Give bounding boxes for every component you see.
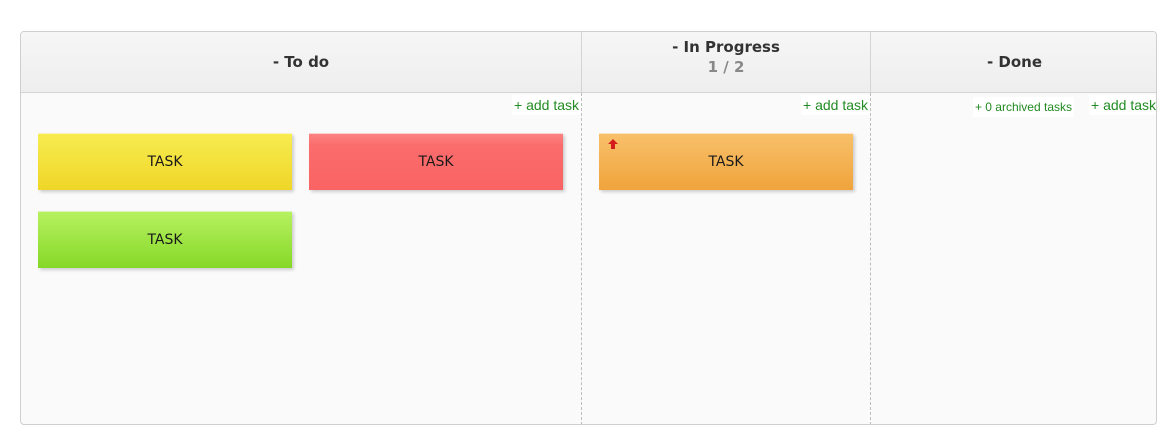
kanban-board: - To do - In Progress 1 / 2 - Done + add… (20, 31, 1157, 425)
task-card[interactable]: TASK (309, 133, 563, 190)
task-card[interactable]: TASK (38, 211, 292, 268)
task-card-label: TASK (147, 154, 183, 170)
add-task-link-todo[interactable]: + add task (512, 95, 581, 115)
add-task-link-in-progress[interactable]: + add task (801, 95, 870, 115)
add-task-link-done[interactable]: + add task (1089, 95, 1156, 115)
column-title-todo: - To do (272, 53, 330, 71)
task-card[interactable]: TASK (38, 133, 292, 190)
column-body-done: + 0 archived tasks + add task (870, 93, 1156, 424)
column-header-in-progress: - In Progress 1 / 2 (581, 32, 870, 92)
task-card[interactable]: TASK (599, 133, 853, 190)
column-title-done: - Done (986, 53, 1043, 71)
archived-tasks-link[interactable]: + 0 archived tasks (972, 97, 1074, 117)
task-card-label: TASK (418, 154, 454, 170)
column-header-row: - To do - In Progress 1 / 2 - Done (21, 32, 1156, 93)
task-card-label: TASK (708, 154, 744, 170)
task-card-label: TASK (147, 232, 183, 248)
column-body-todo: + add task TASK TASK TASK (21, 93, 581, 424)
column-header-done: - Done (870, 32, 1156, 92)
wip-limit-counter: 1 / 2 (707, 58, 745, 76)
column-title-in-progress: - In Progress (672, 38, 780, 56)
column-header-todo: - To do (21, 32, 581, 92)
column-body-in-progress: + add task TASK (581, 93, 870, 424)
